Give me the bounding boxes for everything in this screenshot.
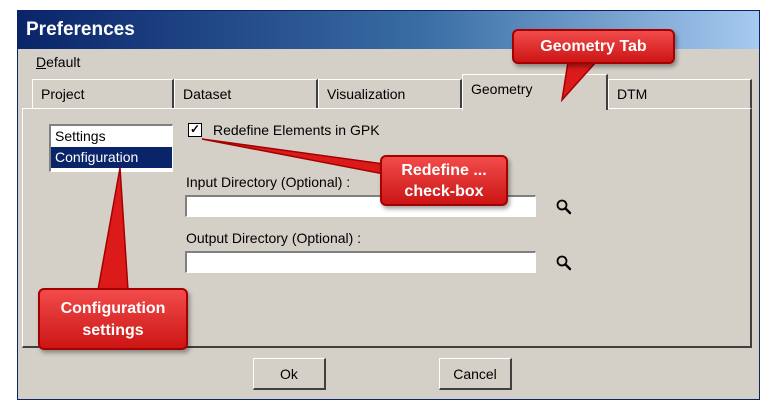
tab-label: Geometry — [471, 81, 533, 97]
callout-redefine-line2: check-box — [404, 183, 484, 200]
output-directory-label: Output Directory (Optional) : — [186, 230, 362, 246]
input-directory-label: Input Directory (Optional) : — [186, 174, 351, 190]
tab-dtm[interactable]: DTM — [608, 79, 752, 109]
callout-redefine-line1: Redefine ... — [401, 162, 487, 179]
list-item-configuration[interactable]: Configuration — [51, 147, 172, 168]
tab-label: Visualization — [327, 86, 406, 102]
output-directory-field[interactable] — [185, 251, 536, 273]
redefine-elements-label: Redefine Elements in GPK — [213, 122, 380, 138]
tab-dataset[interactable]: Dataset — [174, 79, 318, 109]
settings-listbox[interactable]: Settings Configuration — [49, 124, 173, 172]
tab-label: DTM — [617, 86, 648, 102]
callout-geometry-tab: Geometry Tab — [512, 29, 675, 64]
menu-default[interactable]: Default — [36, 54, 80, 70]
cancel-button-label: Cancel — [453, 366, 497, 382]
callout-configuration-settings: Configuration settings — [38, 288, 188, 350]
output-browse-magnifier-icon[interactable] — [553, 252, 575, 274]
list-item-settings[interactable]: Settings — [51, 126, 172, 147]
callout-config-line1: Configuration — [60, 300, 166, 317]
tab-label: Project — [41, 86, 85, 102]
redefine-elements-checkbox[interactable]: ✓ — [188, 123, 202, 137]
tab-visualization[interactable]: Visualization — [318, 79, 462, 109]
cancel-button[interactable]: Cancel — [439, 358, 512, 390]
callout-config-line2: settings — [82, 322, 144, 339]
input-browse-magnifier-icon[interactable] — [553, 196, 575, 218]
ok-button-label: Ok — [280, 366, 298, 382]
callout-redefine-checkbox: Redefine ... check-box — [380, 155, 508, 206]
tab-geometry[interactable]: Geometry — [462, 74, 608, 110]
tab-label: Dataset — [183, 86, 232, 102]
callout-geometry-tab-text: Geometry Tab — [540, 38, 647, 55]
window-title: Preferences — [26, 19, 135, 40]
tab-project[interactable]: Project — [32, 79, 174, 109]
ok-button[interactable]: Ok — [253, 358, 326, 390]
